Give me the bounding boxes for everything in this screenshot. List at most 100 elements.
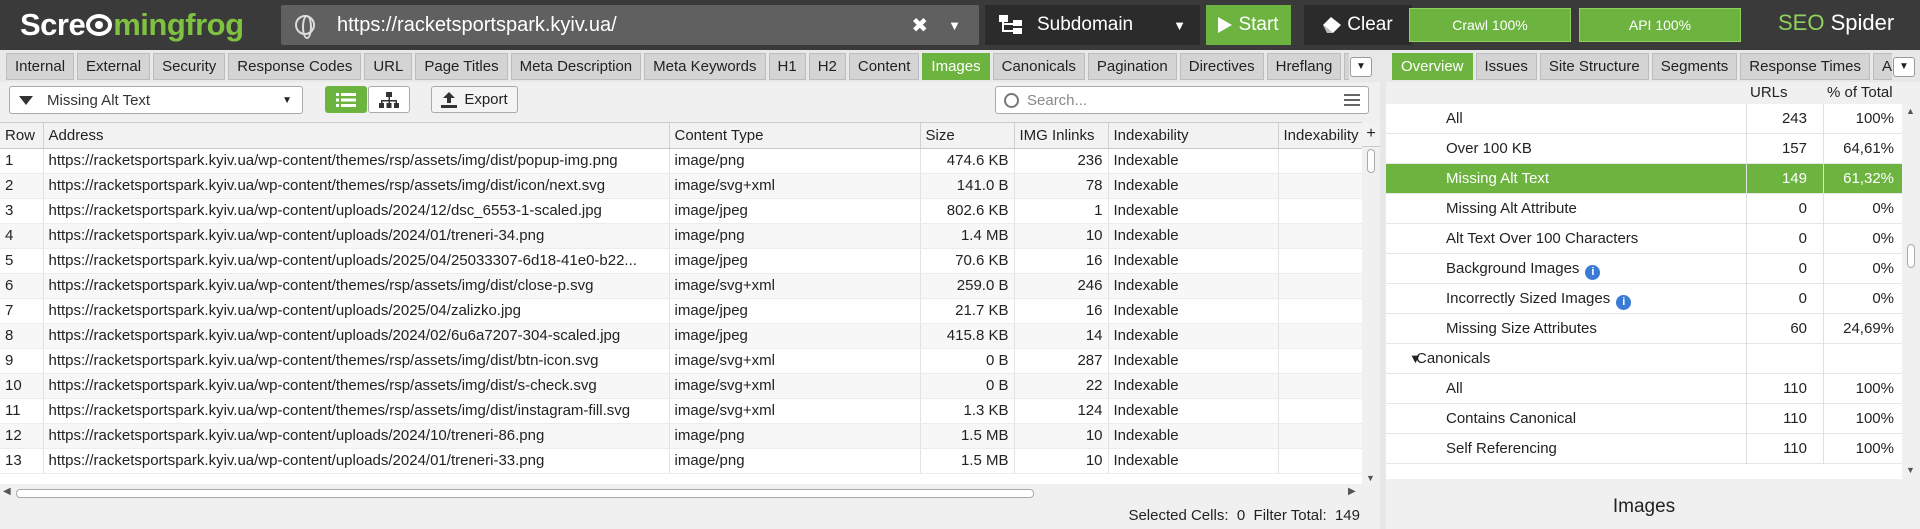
url-bar[interactable]: https://racketsportspark.kyiv.ua/ ✖ ▼ (281, 5, 979, 45)
cell-indexability[interactable]: Indexable (1108, 173, 1279, 199)
cell-address[interactable]: https://racketsportspark.kyiv.ua/wp-cont… (43, 448, 670, 474)
start-button[interactable]: Start (1206, 5, 1291, 45)
scroll-down-icon[interactable]: ▼ (1906, 465, 1915, 475)
cell-content-type[interactable]: image/png (669, 448, 921, 474)
cell-row[interactable]: 1 (0, 148, 44, 174)
column-header-indexability[interactable]: Indexability (1108, 123, 1279, 149)
cell-address[interactable]: https://racketsportspark.kyiv.ua/wp-cont… (43, 198, 670, 224)
tab-canonicals[interactable]: Canonicals (992, 53, 1085, 80)
cell-size[interactable]: 1.5 MB (920, 448, 1015, 474)
cell-indexability[interactable] (1278, 273, 1362, 299)
side-tab-api[interactable]: API (1873, 53, 1892, 80)
cell-indexability[interactable] (1278, 423, 1362, 449)
column-header-size[interactable]: Size (920, 123, 1015, 149)
tab-response-codes[interactable]: Response Codes (228, 53, 362, 80)
tab-javascr[interactable]: JavaScr (1344, 53, 1349, 80)
cell-row[interactable]: 3 (0, 198, 44, 224)
cell-img-inlinks[interactable]: 246 (1014, 273, 1109, 299)
side-tab-issues[interactable]: Issues (1475, 53, 1537, 80)
export-button[interactable]: Export (431, 86, 518, 113)
cell-indexability[interactable]: Indexable (1108, 448, 1279, 474)
info-icon[interactable]: i (1616, 295, 1632, 310)
overview-item-all[interactable]: All 243 100% (1386, 104, 1902, 134)
cell-img-inlinks[interactable]: 1 (1014, 198, 1109, 224)
cell-row[interactable]: 9 (0, 348, 44, 374)
cell-indexability[interactable] (1278, 323, 1362, 349)
cell-img-inlinks[interactable]: 236 (1014, 148, 1109, 174)
table-row[interactable]: 11 https://racketsportspark.kyiv.ua/wp-co… (0, 398, 1362, 424)
overview-item-alt-text-over-100-characters[interactable]: Alt Text Over 100 Characters 0 0% (1386, 224, 1902, 254)
tree-view-button[interactable] (368, 86, 410, 113)
cell-content-type[interactable]: image/jpeg (669, 248, 921, 274)
cell-content-type[interactable]: image/svg+xml (669, 273, 921, 299)
cell-row[interactable]: 7 (0, 298, 44, 324)
overview-item-missing-alt-text[interactable]: Missing Alt Text 149 61,32% (1386, 164, 1902, 194)
cell-img-inlinks[interactable]: 287 (1014, 348, 1109, 374)
cell-content-type[interactable]: image/svg+xml (669, 398, 921, 424)
cell-row[interactable]: 5 (0, 248, 44, 274)
column-header-indexability[interactable]: Indexability (1278, 123, 1362, 149)
cell-row[interactable]: 13 (0, 448, 44, 474)
scroll-left-icon[interactable]: ◀ (3, 486, 11, 497)
cell-indexability[interactable]: Indexable (1108, 373, 1279, 399)
add-column-icon[interactable]: + (1362, 122, 1380, 147)
tab-external[interactable]: External (77, 53, 151, 80)
cell-size[interactable]: 141.0 B (920, 173, 1015, 199)
cell-size[interactable]: 259.0 B (920, 273, 1015, 299)
cell-row[interactable]: 8 (0, 323, 44, 349)
cell-indexability[interactable] (1278, 173, 1362, 199)
scroll-right-icon[interactable]: ▶ (1348, 486, 1356, 497)
crawl-mode-dropdown[interactable]: Subdomain ▼ (985, 5, 1200, 45)
cell-size[interactable]: 1.4 MB (920, 223, 1015, 249)
tab-page-titles[interactable]: Page Titles (415, 53, 508, 80)
cell-img-inlinks[interactable]: 16 (1014, 248, 1109, 274)
side-tab-site-structure[interactable]: Site Structure (1539, 53, 1649, 80)
scroll-thumb[interactable] (1367, 149, 1375, 173)
column-header-content-type[interactable]: Content Type (669, 123, 921, 149)
overview-item-missing-size-attributes[interactable]: Missing Size Attributes 60 24,69% (1386, 314, 1902, 344)
overview-item-incorrectly-sized-images[interactable]: Incorrectly Sized Images i 0 0% (1386, 284, 1902, 314)
overview-item-background-images[interactable]: Background Images i 0 0% (1386, 254, 1902, 284)
search-input[interactable]: Search... (1027, 92, 1344, 109)
overview-item-missing-alt-attribute[interactable]: Missing Alt Attribute 0 0% (1386, 194, 1902, 224)
table-row[interactable]: 4 https://racketsportspark.kyiv.ua/wp-con… (0, 223, 1362, 249)
info-icon[interactable]: i (1585, 265, 1601, 280)
cell-indexability[interactable] (1278, 148, 1362, 174)
cell-img-inlinks[interactable]: 78 (1014, 173, 1109, 199)
filter-settings-icon[interactable] (1344, 94, 1360, 106)
cell-size[interactable]: 70.6 KB (920, 248, 1015, 274)
cell-address[interactable]: https://racketsportspark.kyiv.ua/wp-cont… (43, 298, 670, 324)
table-row[interactable]: 9 https://racketsportspark.kyiv.ua/wp-con… (0, 348, 1362, 374)
cell-address[interactable]: https://racketsportspark.kyiv.ua/wp-cont… (43, 423, 670, 449)
cell-indexability[interactable]: Indexable (1108, 223, 1279, 249)
clear-url-icon[interactable]: ✖ (911, 13, 928, 38)
table-row[interactable]: 5 https://racketsportspark.kyiv.ua/wp-con… (0, 248, 1362, 274)
url-input[interactable]: https://racketsportspark.kyiv.ua/ (337, 14, 911, 37)
horizontal-scroll-thumb[interactable] (16, 489, 1034, 498)
cell-row[interactable]: 10 (0, 373, 44, 399)
table-vertical-scrollbar[interactable]: ▲ ▼ (1362, 147, 1380, 487)
cell-indexability[interactable]: Indexable (1108, 273, 1279, 299)
cell-indexability[interactable] (1278, 348, 1362, 374)
overview-item-over-100-kb[interactable]: Over 100 KB 157 64,61% (1386, 134, 1902, 164)
column-header-address[interactable]: Address (43, 123, 670, 149)
cell-content-type[interactable]: image/svg+xml (669, 373, 921, 399)
table-row[interactable]: 12 https://racketsportspark.kyiv.ua/wp-co… (0, 423, 1362, 449)
table-row[interactable]: 13 https://racketsportspark.kyiv.ua/wp-co… (0, 448, 1362, 474)
scroll-down-icon[interactable]: ▼ (1366, 473, 1375, 483)
cell-address[interactable]: https://racketsportspark.kyiv.ua/wp-cont… (43, 398, 670, 424)
cell-indexability[interactable]: Indexable (1108, 198, 1279, 224)
cell-indexability[interactable]: Indexable (1108, 398, 1279, 424)
tab-security[interactable]: Security (153, 53, 226, 80)
column-header-row[interactable]: Row (0, 123, 44, 149)
cell-content-type[interactable]: image/jpeg (669, 298, 921, 324)
cell-img-inlinks[interactable]: 22 (1014, 373, 1109, 399)
cell-address[interactable]: https://racketsportspark.kyiv.ua/wp-cont… (43, 348, 670, 374)
cell-indexability[interactable]: Indexable (1108, 298, 1279, 324)
cell-content-type[interactable]: image/jpeg (669, 198, 921, 224)
cell-indexability[interactable]: Indexable (1108, 248, 1279, 274)
tab-content[interactable]: Content (848, 53, 920, 80)
url-history-chevron-icon[interactable]: ▼ (948, 18, 961, 33)
cell-img-inlinks[interactable]: 14 (1014, 323, 1109, 349)
tab-directives[interactable]: Directives (1179, 53, 1264, 80)
